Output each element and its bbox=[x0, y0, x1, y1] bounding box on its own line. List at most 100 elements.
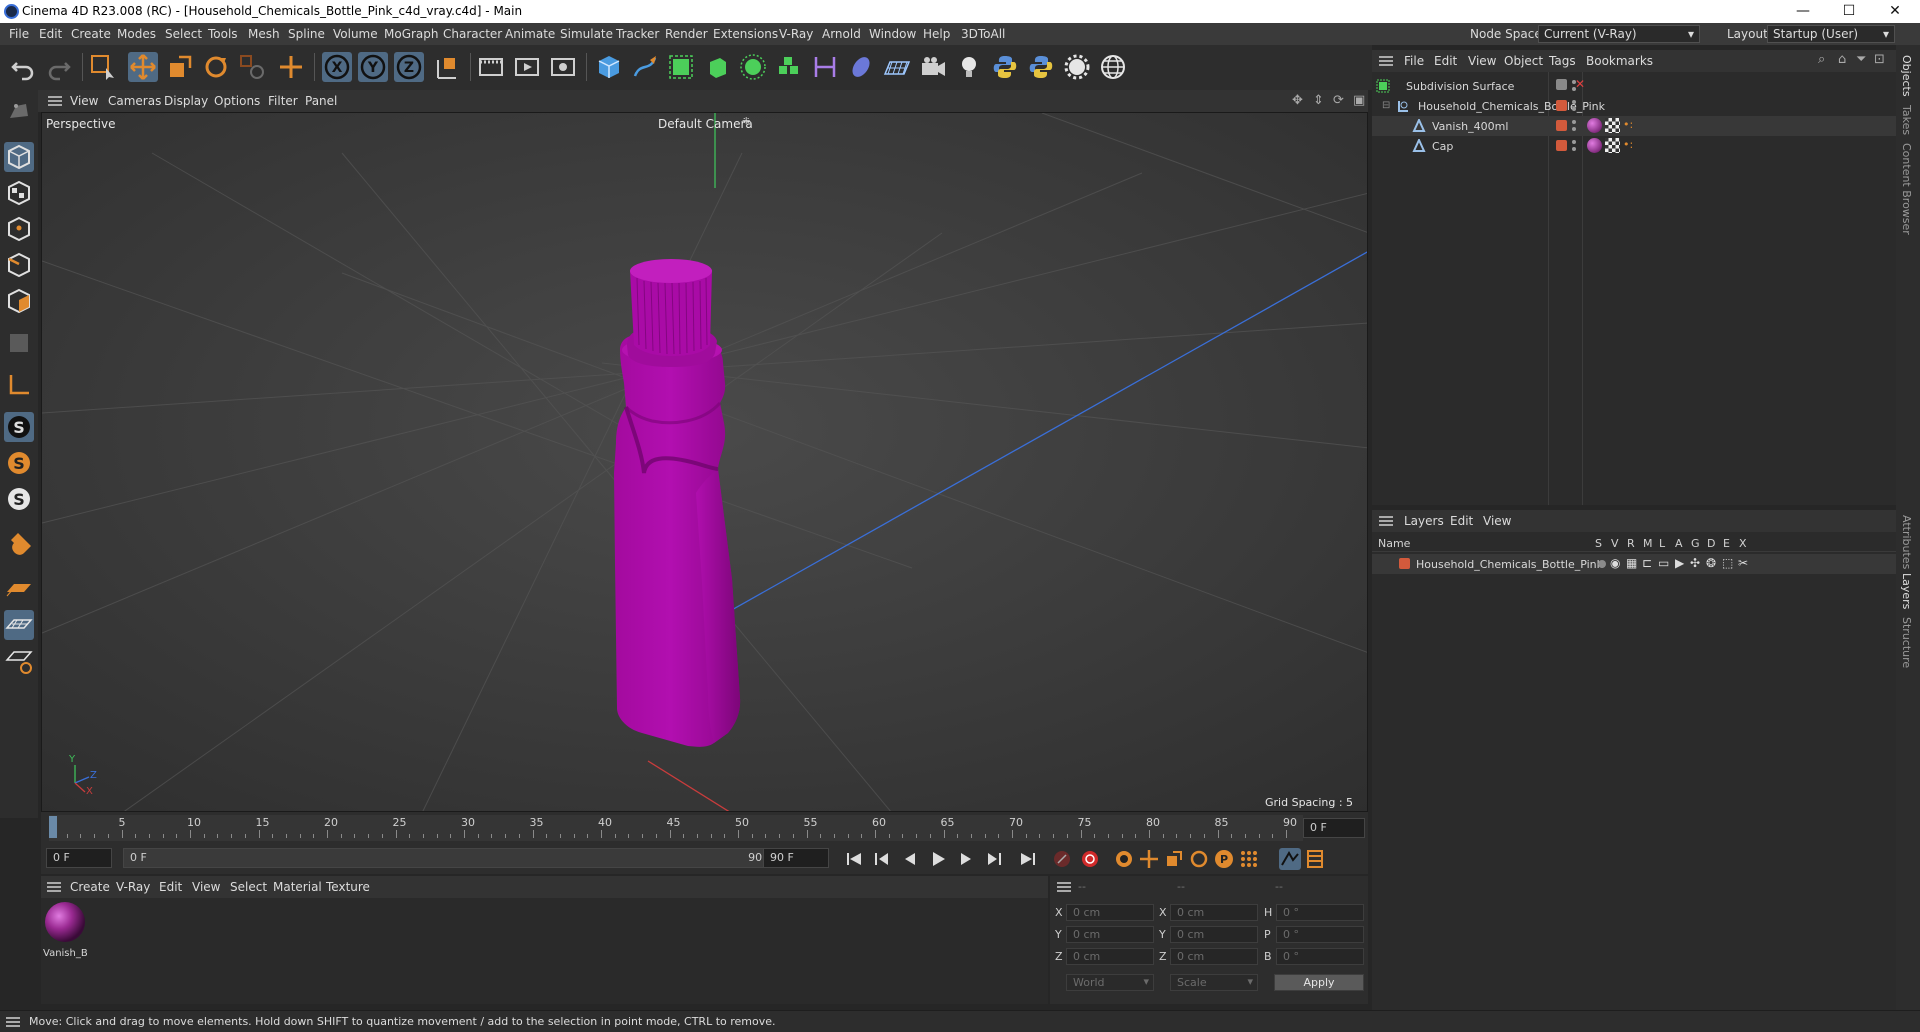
menu-file[interactable]: File bbox=[9, 27, 29, 41]
viewport-projection-label[interactable]: Perspective bbox=[46, 117, 116, 131]
recent-tools-icon[interactable] bbox=[237, 52, 267, 82]
workplane-settings-icon[interactable] bbox=[4, 646, 34, 676]
timeline-window-icon[interactable] bbox=[1304, 848, 1326, 870]
deformer-cluster-icon[interactable] bbox=[774, 52, 804, 82]
menu-spline[interactable]: Spline bbox=[288, 27, 325, 41]
snap-options-icon[interactable]: S bbox=[4, 484, 34, 514]
vray-tag-icon[interactable]: •: bbox=[1623, 138, 1633, 151]
render-picture-viewer-icon[interactable] bbox=[512, 52, 542, 82]
viewport-rotate-icon[interactable]: ⟳ bbox=[1333, 93, 1344, 108]
spline-pen-icon[interactable] bbox=[630, 52, 660, 82]
object-row-household-chemicals-bottle-pink[interactable]: ⊟ Household_Chemicals_Bottle_Pink bbox=[1372, 96, 1896, 116]
menu-create[interactable]: Create bbox=[71, 27, 111, 41]
workplane-lock-icon[interactable] bbox=[4, 610, 34, 640]
snap-settings-icon[interactable]: S bbox=[4, 448, 34, 478]
3d-viewport[interactable]: Perspective Default Camera ⁜ Y Z X Grid … bbox=[41, 112, 1368, 812]
move-tool-icon[interactable] bbox=[128, 52, 158, 82]
material-menu-create[interactable]: Create bbox=[70, 880, 110, 894]
render-clapper-icon[interactable]: ▦ bbox=[1626, 556, 1637, 570]
keyframe-selection-icon[interactable] bbox=[1113, 848, 1135, 870]
object-menu-bookmarks[interactable]: Bookmarks bbox=[1586, 54, 1653, 68]
go-to-start-icon[interactable] bbox=[843, 848, 865, 870]
snap-enable-icon[interactable]: S bbox=[4, 412, 34, 442]
solo-toggle-icon[interactable] bbox=[1598, 560, 1606, 568]
rot-p-field[interactable]: 0 ° bbox=[1276, 926, 1364, 943]
object-row-vanish-400ml[interactable]: Vanish_400ml •: bbox=[1372, 116, 1896, 136]
menu-select[interactable]: Select bbox=[165, 27, 202, 41]
object-menu-object[interactable]: Object bbox=[1504, 54, 1543, 68]
generator-icon[interactable]: ✣ bbox=[1690, 556, 1700, 570]
size-z-field[interactable]: 0 cm bbox=[1170, 948, 1258, 965]
key-position-icon[interactable] bbox=[1138, 848, 1160, 870]
disable-x-icon[interactable]: ✕ bbox=[1575, 77, 1585, 91]
mograph-cloner-icon[interactable] bbox=[738, 52, 768, 82]
start-frame-field[interactable]: 0 F bbox=[46, 848, 112, 868]
menu-edit[interactable]: Edit bbox=[39, 27, 62, 41]
layer-row[interactable]: Household_Chemicals_Bottle_Pink ◉ ▦ ⊏ ▭ … bbox=[1372, 554, 1896, 574]
render-settings-icon[interactable] bbox=[548, 52, 578, 82]
uv-tag-icon[interactable] bbox=[1605, 118, 1620, 133]
xref-icon[interactable]: ✂ bbox=[1738, 556, 1748, 570]
next-keyframe-icon[interactable] bbox=[983, 848, 1005, 870]
go-to-end-icon[interactable] bbox=[1017, 848, 1039, 870]
key-pla-icon[interactable] bbox=[1238, 848, 1260, 870]
layer-col-animation[interactable]: A bbox=[1675, 537, 1683, 550]
autokey-icon[interactable] bbox=[1079, 848, 1101, 870]
rot-h-field[interactable]: 0 ° bbox=[1276, 904, 1364, 921]
filter-icon[interactable]: ⏷ bbox=[1856, 52, 1866, 67]
globe-icon[interactable] bbox=[1098, 52, 1128, 82]
timeline-ruler[interactable]: 051015202530354045505560657075808590 0 F bbox=[41, 812, 1368, 844]
layer-color-swatch[interactable] bbox=[1556, 140, 1567, 151]
viewport-pan-icon[interactable]: ✥ bbox=[1292, 93, 1303, 108]
pos-y-field[interactable]: 0 cm bbox=[1066, 926, 1154, 943]
cube-primitive-icon[interactable] bbox=[594, 52, 624, 82]
extrude-generator-icon[interactable] bbox=[702, 52, 732, 82]
viewport-maximize-icon[interactable]: ▣ bbox=[1353, 93, 1365, 108]
tab-content-browser[interactable]: Content Browser bbox=[1900, 143, 1913, 235]
home-icon[interactable]: ⌂ bbox=[1838, 52, 1846, 67]
bend-deformer-icon[interactable] bbox=[810, 52, 840, 82]
key-rotation-icon[interactable] bbox=[1188, 848, 1210, 870]
edit-pencil-icon[interactable] bbox=[1556, 79, 1567, 90]
layer-col-xref[interactable]: X bbox=[1739, 537, 1747, 550]
scale-tool-icon[interactable] bbox=[165, 52, 195, 82]
layer-col-solo[interactable]: S bbox=[1595, 537, 1602, 550]
object-menu-edit[interactable]: Edit bbox=[1434, 54, 1457, 68]
minimize-button[interactable]: — bbox=[1780, 0, 1826, 23]
layer-color-swatch[interactable] bbox=[1556, 100, 1567, 111]
maximize-button[interactable]: ☐ bbox=[1826, 0, 1872, 23]
layers-menu-layers[interactable]: Layers bbox=[1404, 514, 1444, 528]
lock-icon[interactable]: ▭ bbox=[1658, 556, 1669, 570]
light-icon[interactable] bbox=[954, 52, 984, 82]
manager-icon[interactable]: ⊏ bbox=[1642, 556, 1652, 570]
point-mode-icon[interactable] bbox=[4, 214, 34, 244]
viewport-dolly-icon[interactable]: ⇕ bbox=[1313, 93, 1324, 108]
make-editable-icon[interactable] bbox=[4, 96, 34, 126]
close-button[interactable]: ✕ bbox=[1872, 0, 1918, 23]
menu-extensions[interactable]: Extensions bbox=[713, 27, 778, 41]
play-icon[interactable] bbox=[927, 848, 949, 870]
node-space-dropdown[interactable]: Current (V-Ray) ▾ bbox=[1538, 25, 1700, 43]
new-window-icon[interactable]: ⊡ bbox=[1874, 52, 1885, 67]
material-menu-view[interactable]: View bbox=[192, 880, 220, 894]
tab-layers[interactable]: Layers bbox=[1900, 573, 1913, 609]
menu-tools[interactable]: Tools bbox=[208, 27, 238, 41]
eye-icon[interactable]: ◉ bbox=[1610, 556, 1620, 570]
layer-col-view[interactable]: V bbox=[1611, 537, 1619, 550]
material-menu-select[interactable]: Select bbox=[230, 880, 267, 894]
viewport-menu-panel[interactable]: Panel bbox=[305, 94, 337, 108]
menu-tracker[interactable]: Tracker bbox=[616, 27, 659, 41]
viewport-menu-icon[interactable] bbox=[48, 96, 62, 106]
object-menu-view[interactable]: View bbox=[1468, 54, 1496, 68]
transform-axis-icon[interactable] bbox=[276, 52, 306, 82]
camera-icon[interactable] bbox=[918, 52, 948, 82]
material-menu-edit[interactable]: Edit bbox=[159, 880, 182, 894]
object-menu-icon[interactable] bbox=[1379, 56, 1393, 66]
material-tag-icon[interactable] bbox=[1587, 118, 1602, 133]
viewport-menu-cameras[interactable]: Cameras bbox=[108, 94, 161, 108]
axis-mode-icon[interactable] bbox=[4, 370, 34, 400]
material-menu-vray[interactable]: V-Ray bbox=[116, 880, 150, 894]
size-x-field[interactable]: 0 cm bbox=[1170, 904, 1258, 921]
record-keys-icon[interactable] bbox=[1051, 848, 1073, 870]
material-menu-icon[interactable] bbox=[47, 882, 61, 892]
